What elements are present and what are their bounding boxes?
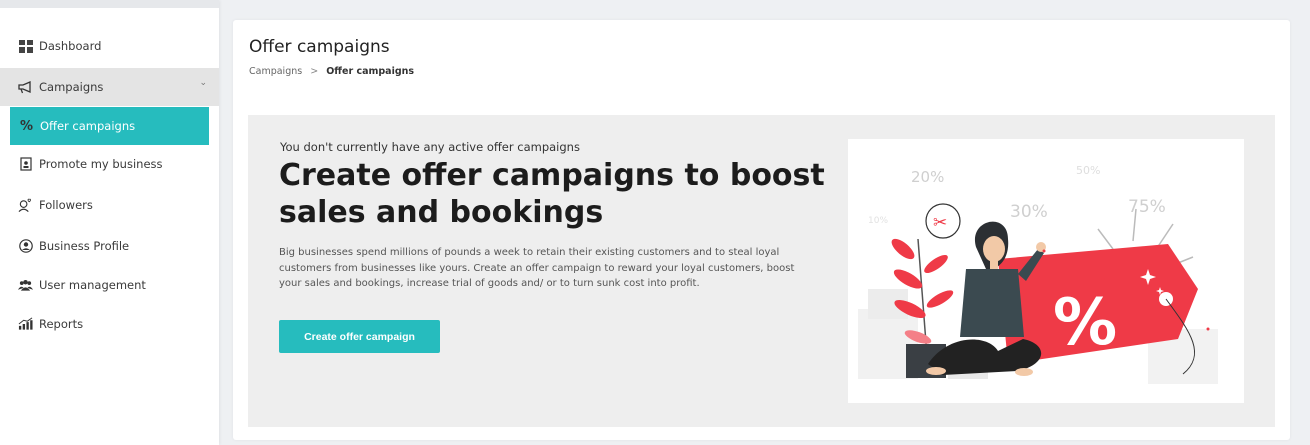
megaphone-icon — [18, 80, 33, 95]
empty-state-description: Big businesses spend millions of pounds … — [279, 247, 795, 289]
sidebar: Dashboard Campaigns ⌄ % Offer campaigns … — [0, 0, 219, 445]
empty-state-hero: You don't currently have any active offe… — [248, 115, 1275, 427]
sidebar-item-offer-campaigns[interactable]: % Offer campaigns — [10, 107, 209, 145]
sidebar-item-label: Reports — [39, 317, 84, 331]
page-title: Offer campaigns — [249, 37, 390, 57]
sidebar-item-label: Followers — [39, 198, 93, 212]
sidebar-item-followers[interactable]: Followers — [0, 186, 219, 224]
sidebar-item-dashboard[interactable]: Dashboard — [0, 27, 219, 65]
tag-percent-symbol: % — [1053, 286, 1117, 360]
sidebar-item-label: Campaigns — [39, 80, 104, 94]
percent-label-75: 75% — [1128, 197, 1166, 217]
percent-icon: % — [19, 118, 34, 134]
users-icon — [18, 278, 33, 293]
breadcrumb-current: Offer campaigns — [326, 66, 415, 77]
reports-chart-icon — [18, 317, 33, 332]
sidebar-item-business-profile[interactable]: Business Profile — [0, 227, 219, 265]
scissors-icon: ✂ — [933, 213, 947, 233]
percent-label-10: 10% — [868, 216, 888, 226]
sidebar-item-user-management[interactable]: User management — [0, 266, 219, 304]
breadcrumb-separator: > — [310, 66, 319, 77]
sidebar-nav: Dashboard Campaigns ⌄ % Offer campaigns … — [0, 8, 219, 343]
followers-icon — [18, 198, 33, 213]
chevron-down-icon[interactable]: ⌄ — [199, 78, 207, 88]
percent-label-50: 50% — [1076, 164, 1100, 177]
sidebar-item-campaigns[interactable]: Campaigns ⌄ — [0, 68, 219, 106]
promote-icon — [18, 157, 33, 172]
sidebar-item-reports[interactable]: Reports — [0, 305, 219, 343]
percent-label-20: 20% — [911, 168, 944, 186]
sidebar-item-label: Dashboard — [39, 39, 102, 53]
empty-state-title: Create offer campaigns to boost sales an… — [279, 158, 825, 230]
profile-icon — [18, 239, 33, 254]
breadcrumb-link-campaigns[interactable]: Campaigns — [249, 66, 302, 77]
sidebar-item-label: User management — [39, 278, 146, 292]
main-content-card: Offer campaigns Campaigns > Offer campai… — [233, 20, 1290, 440]
sidebar-item-label: Offer campaigns — [40, 119, 136, 133]
offer-campaign-illustration: 20% 30% 50% 75% 10% ✂ % — [848, 139, 1244, 403]
percent-label-30: 30% — [1010, 202, 1048, 222]
dashboard-grid-icon — [18, 39, 33, 54]
sidebar-item-promote-my-business[interactable]: Promote my business — [0, 145, 219, 183]
create-offer-campaign-button[interactable]: Create offer campaign — [279, 320, 440, 353]
empty-state-subtitle: You don't currently have any active offe… — [280, 140, 580, 154]
sidebar-item-label: Business Profile — [39, 239, 130, 253]
illustration-svg: 20% 30% 50% 75% 10% ✂ % — [858, 164, 1218, 384]
sidebar-item-label: Promote my business — [39, 157, 163, 171]
breadcrumb: Campaigns > Offer campaigns — [249, 66, 414, 77]
